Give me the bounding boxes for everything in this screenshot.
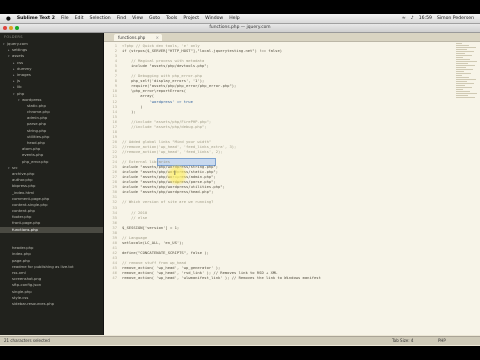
minimap-line xyxy=(456,73,471,74)
minimap-line xyxy=(456,59,470,60)
folder-sidebar: FOLDERS ▾ jquery.com ▸ settings ▾ assets ▸ css ▸… xyxy=(0,33,104,335)
wifi-icon[interactable]: ≈ xyxy=(402,16,406,21)
tab-size-selector[interactable]: Tab Size: 4 xyxy=(392,337,413,345)
sidebar-item-label: functions.php xyxy=(12,226,38,232)
minimap-line xyxy=(456,81,467,82)
window-controls xyxy=(3,26,21,30)
minimap-line xyxy=(456,87,472,88)
sidebar-item-label: sidebar-resources.php xyxy=(12,300,55,306)
close-tab-icon[interactable]: × xyxy=(156,34,159,41)
sidebar-header: FOLDERS xyxy=(4,35,23,39)
text-cursor-icon: I xyxy=(174,170,176,177)
zoom-window-button[interactable] xyxy=(15,26,19,30)
user-name[interactable]: Simon Pedersen xyxy=(437,16,474,21)
apple-menu-icon[interactable]: ● xyxy=(6,16,11,22)
menu-window[interactable]: Window xyxy=(205,16,223,21)
minimap-line xyxy=(456,49,467,50)
minimap-line xyxy=(456,57,463,58)
menu-help[interactable]: Help xyxy=(229,16,239,21)
minimize-window-button[interactable] xyxy=(9,26,13,30)
mac-menu-bar: ● Sublime Text 2 File Edit Selection Fin… xyxy=(0,14,480,24)
menu-project[interactable]: Project xyxy=(183,16,199,21)
menu-goto[interactable]: Goto xyxy=(149,16,160,21)
minimap-line xyxy=(456,43,462,44)
minimap-line xyxy=(456,69,473,70)
menu-extras: ≈ ♪ 16:59 Simon Pedersen xyxy=(397,16,480,21)
window-title: functions.php — jquery.com xyxy=(209,25,271,30)
desktop-screen: ● Sublime Text 2 File Edit Selection Fin… xyxy=(0,14,480,346)
menu-selection[interactable]: Selection xyxy=(90,16,111,21)
minimap-line xyxy=(456,67,466,68)
syntax-selector[interactable]: PHP xyxy=(438,337,446,345)
status-bar: 21 characters selected Tab Size: 4 PHP xyxy=(0,336,480,345)
menu-view[interactable]: View xyxy=(132,16,143,21)
video-frame: ● Sublime Text 2 File Edit Selection Fin… xyxy=(0,0,480,360)
minimap-line xyxy=(456,53,465,54)
minimap-line xyxy=(456,61,477,62)
code-text: remove_action( 'wp_head', 'wlwmanifest_l… xyxy=(122,275,321,281)
sidebar-item[interactable]: sidebar-resources.php xyxy=(0,301,103,307)
window-title-bar: functions.php — jquery.com xyxy=(0,24,480,33)
minimap[interactable] xyxy=(456,43,478,103)
code-area[interactable]: 1 <?php // Quick dev tools, 'e' only 2 if (… xyxy=(104,43,480,280)
menu-app-name[interactable]: Sublime Text 2 xyxy=(17,16,55,21)
minimap-line xyxy=(456,83,474,84)
tab-label: functions.php xyxy=(118,35,146,40)
menu-tools[interactable]: Tools xyxy=(166,16,177,21)
minimap-line xyxy=(456,97,475,98)
selection-status: 21 characters selected xyxy=(4,338,50,343)
close-window-button[interactable] xyxy=(3,26,7,30)
volume-icon[interactable]: ♪ xyxy=(411,16,414,21)
minimap-line xyxy=(456,77,469,78)
minimap-line xyxy=(456,45,469,46)
line-number: 47 xyxy=(112,275,117,281)
minimap-line xyxy=(456,75,462,76)
menu-edit[interactable]: Edit xyxy=(75,16,84,21)
code-editor[interactable]: functions.php × 1 <?php // Quick dev tool… xyxy=(104,33,480,335)
code-line[interactable]: 47 remove_action( 'wp_head', 'wlwmanifest… xyxy=(104,275,480,280)
minimap-line xyxy=(456,85,465,86)
sidebar-item-label: php_error.php xyxy=(22,158,49,164)
minimap-line xyxy=(456,91,470,92)
tab-bar: functions.php × xyxy=(104,33,480,42)
minimap-line xyxy=(456,65,475,66)
tab-functions-php[interactable]: functions.php × xyxy=(114,34,162,41)
minimap-line xyxy=(456,63,468,64)
minimap-line xyxy=(456,95,468,96)
clock[interactable]: 16:59 xyxy=(419,16,432,21)
minimap-line xyxy=(456,55,472,56)
sidebar-tree: ▾ jquery.com ▸ settings ▾ assets ▸ css ▸ dummy ▸ im… xyxy=(0,41,103,307)
menu-file[interactable]: File xyxy=(61,16,69,21)
minimap-line xyxy=(456,47,476,48)
menu-find[interactable]: Find xyxy=(117,16,126,21)
minimap-line xyxy=(456,93,477,94)
minimap-line xyxy=(456,79,476,80)
minimap-line xyxy=(456,89,463,90)
cursor-highlight xyxy=(166,164,188,186)
minimap-line xyxy=(456,51,474,52)
minimap-line xyxy=(456,71,464,72)
